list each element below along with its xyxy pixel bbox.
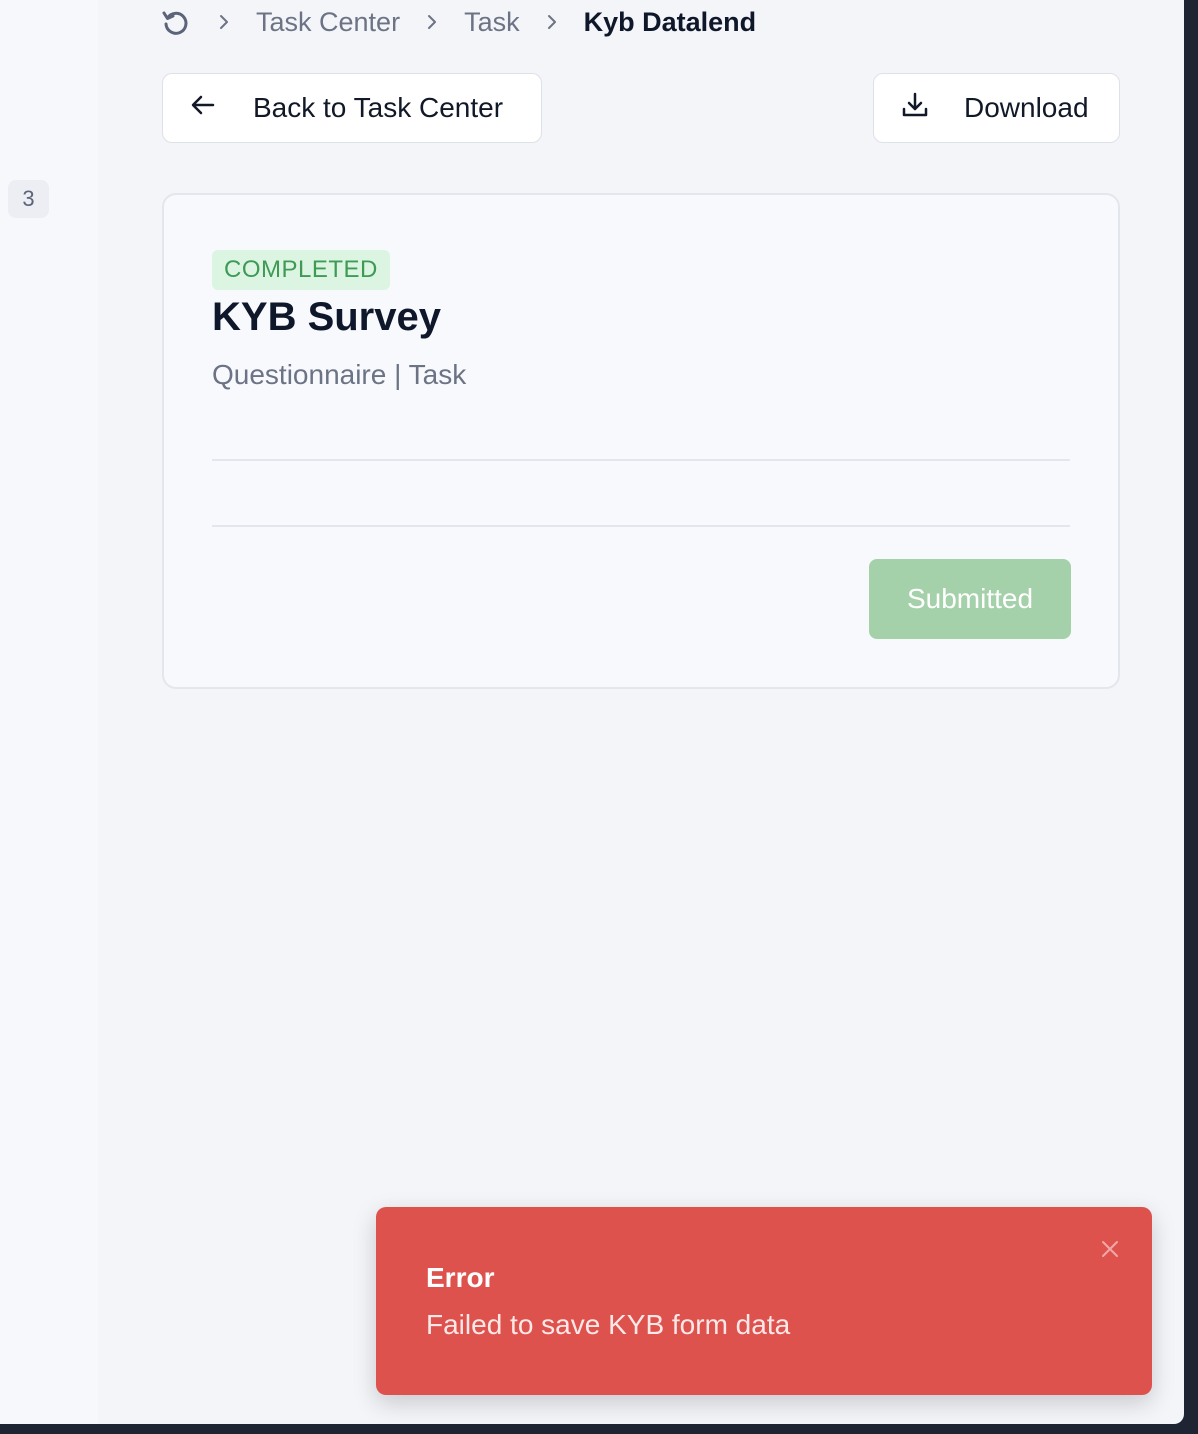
page-title: KYB Survey bbox=[212, 295, 441, 339]
sidebar-count-badge[interactable]: 3 bbox=[8, 180, 49, 218]
back-to-task-center-button[interactable]: Back to Task Center bbox=[162, 73, 542, 143]
toast-title: Error bbox=[426, 1262, 495, 1293]
divider bbox=[212, 525, 1070, 527]
sidebar: 3 bbox=[0, 0, 98, 1424]
breadcrumb-task-center[interactable]: Task Center bbox=[256, 7, 400, 38]
download-button[interactable]: Download bbox=[873, 73, 1120, 143]
close-icon[interactable] bbox=[1098, 1237, 1122, 1261]
status-badge: COMPLETED bbox=[212, 250, 390, 290]
chevron-right-icon bbox=[209, 7, 239, 37]
task-subtitle: Questionnaire | Task bbox=[212, 359, 467, 390]
error-toast: Error Failed to save KYB form data bbox=[376, 1207, 1152, 1395]
submitted-button[interactable]: Submitted bbox=[869, 559, 1071, 639]
task-card: COMPLETED KYB Survey Questionnaire | Tas… bbox=[162, 193, 1120, 689]
chevron-right-icon bbox=[537, 7, 567, 37]
breadcrumb: Task Center Task Kyb Datalend bbox=[160, 0, 756, 44]
breadcrumb-current: Kyb Datalend bbox=[583, 6, 757, 37]
arrow-left-icon bbox=[189, 91, 217, 126]
back-button-label: Back to Task Center bbox=[253, 92, 504, 123]
download-icon bbox=[900, 90, 930, 127]
chevron-right-icon bbox=[417, 7, 447, 37]
toast-message: Failed to save KYB form data bbox=[426, 1309, 791, 1340]
breadcrumb-task[interactable]: Task bbox=[464, 7, 520, 38]
download-button-label: Download bbox=[964, 92, 1089, 123]
divider bbox=[212, 459, 1070, 461]
app-window: 3 Task Center Task Kyb Datalend Back to … bbox=[0, 0, 1184, 1424]
refresh-icon[interactable] bbox=[160, 6, 192, 38]
